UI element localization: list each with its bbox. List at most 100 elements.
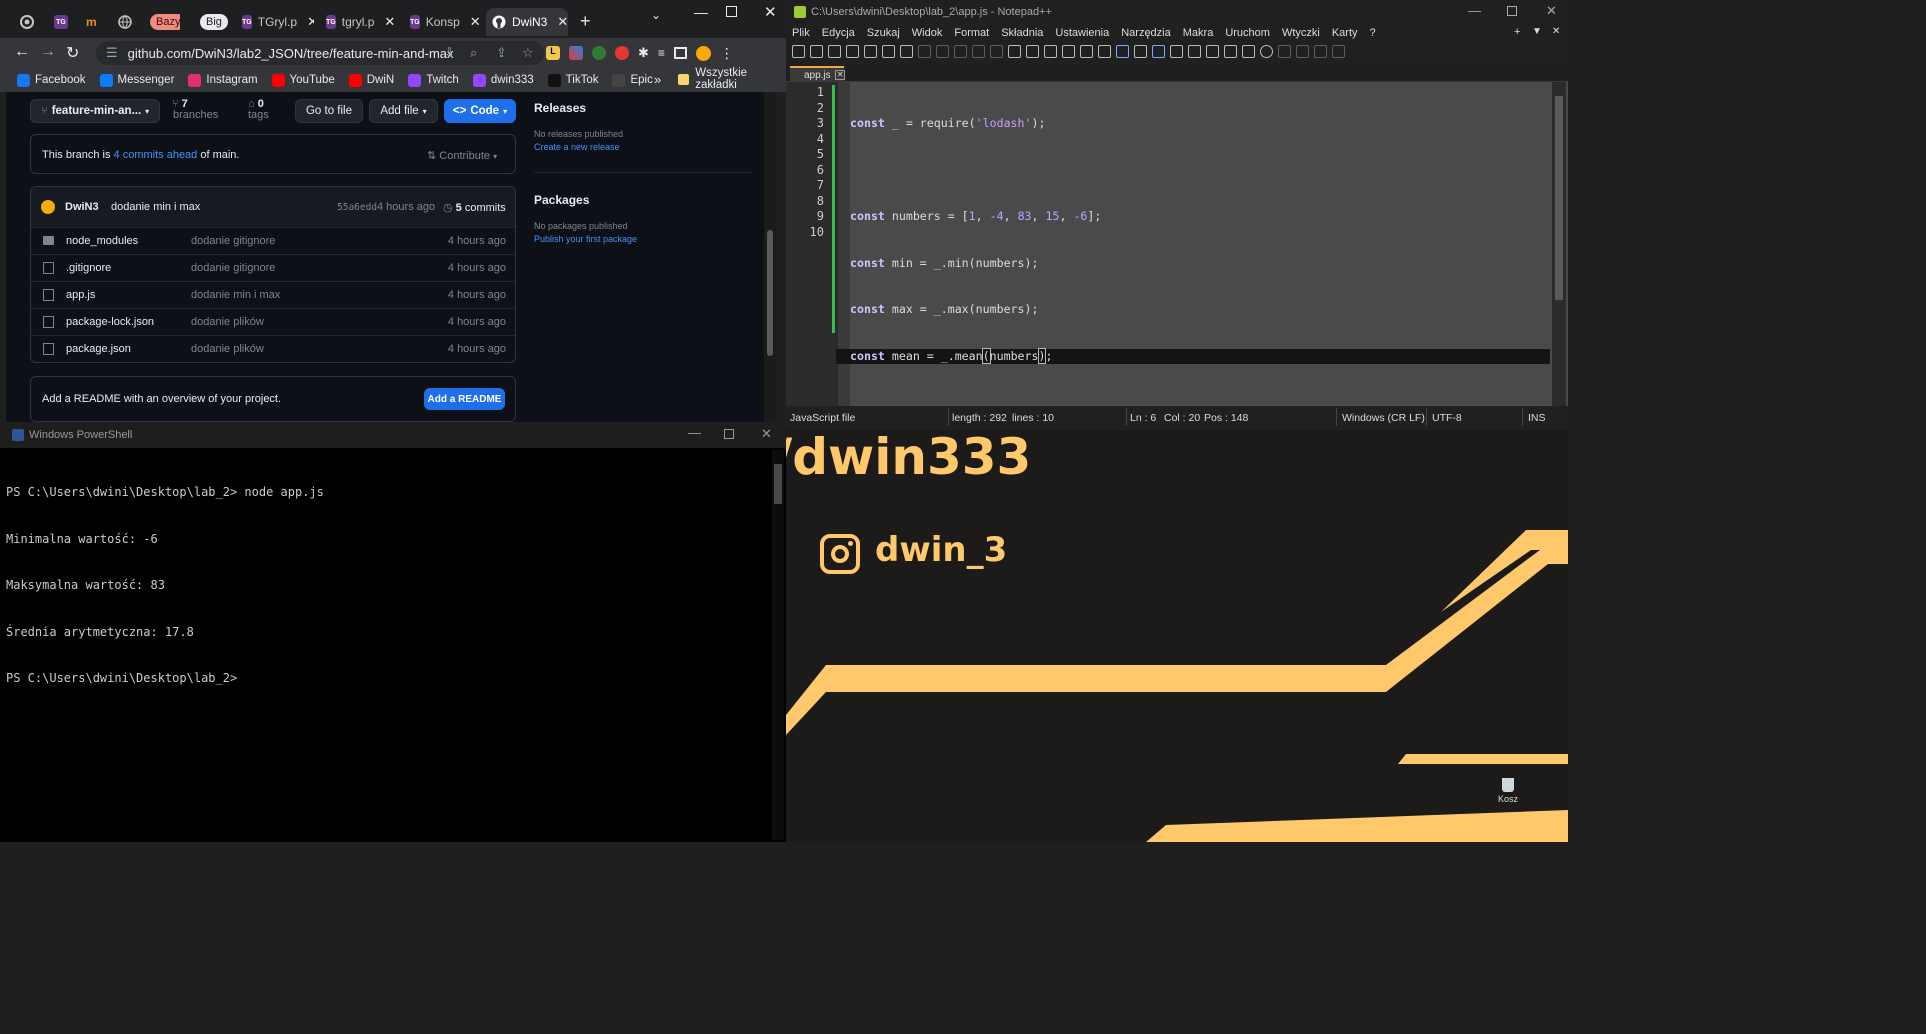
maximize-button[interactable] <box>724 429 734 439</box>
sync-v-icon[interactable] <box>1080 45 1093 58</box>
file-commit-message[interactable]: dodanie plików <box>191 316 264 328</box>
file-commit-message[interactable]: dodanie gitignore <box>191 235 275 247</box>
back-arrow-icon[interactable]: ← <box>14 43 30 61</box>
bookmark-star-icon[interactable]: ☆ <box>522 45 534 61</box>
tab-konsp[interactable]: TG Konsp ✕ <box>404 8 482 36</box>
menu-item[interactable]: Format <box>948 27 995 39</box>
tab-search-chevron-icon[interactable]: ⌄ <box>651 8 661 22</box>
go-to-file-button[interactable]: Go to file <box>295 99 363 123</box>
table-row[interactable]: app.js dodanie min i max 4 hours ago <box>31 281 515 308</box>
new-tab-plus-icon[interactable]: + <box>1514 26 1520 38</box>
menu-item[interactable]: Uruchom <box>1219 27 1276 39</box>
extension-color-icon[interactable] <box>569 46 583 60</box>
close-tab-icon[interactable]: ✕ <box>834 70 846 80</box>
file-name[interactable]: node_modules <box>66 235 138 247</box>
bookmark-item[interactable]: YouTube <box>265 69 342 91</box>
menu-item[interactable]: Wtyczki <box>1276 27 1326 39</box>
menu-item[interactable]: Edycja <box>816 27 861 39</box>
zoom-in-icon[interactable] <box>1044 45 1057 58</box>
func-list-icon[interactable] <box>1206 45 1219 58</box>
bookmark-item[interactable]: Epic <box>605 69 659 91</box>
recycle-bin[interactable]: Kosz <box>1486 778 1530 804</box>
branch-select-button[interactable]: ⑂ feature-min-an... ▾ <box>30 99 160 123</box>
site-info-icon[interactable]: ☰ <box>106 45 118 61</box>
sidepanel-icon[interactable] <box>673 47 687 59</box>
profile-avatar[interactable] <box>695 45 711 61</box>
file-name[interactable]: package.json <box>66 343 131 355</box>
menu-kebab-icon[interactable]: ⋮ <box>720 45 734 62</box>
bookmarks-more-icon[interactable]: » <box>654 72 661 87</box>
all-bookmarks-button[interactable]: Wszystkie zakładki <box>678 67 786 91</box>
tab-list-chevron-icon[interactable]: ▼ <box>1532 26 1542 37</box>
tab-m[interactable]: m <box>80 8 108 36</box>
bookmark-item[interactable]: TikTok <box>541 69 606 91</box>
play-icon[interactable] <box>1296 45 1309 58</box>
bookmark-item[interactable]: Messenger <box>93 69 182 91</box>
commits-ahead-link[interactable]: 4 commits ahead <box>114 149 198 161</box>
commit-author[interactable]: DwiN3 <box>65 201 99 213</box>
table-row[interactable]: package.json dodanie plików 4 hours ago <box>31 335 515 362</box>
close-window-button[interactable]: ✕ <box>764 3 777 21</box>
tab-globe[interactable] <box>112 8 140 36</box>
menu-item[interactable]: Szukaj <box>861 27 906 39</box>
puzzle-icon[interactable]: ✱ <box>638 45 649 61</box>
terminal-scrollbar[interactable] <box>772 450 784 840</box>
branches-link[interactable]: ⑂ 7 branches <box>172 99 218 121</box>
maximize-button[interactable] <box>1507 6 1517 16</box>
paste-icon[interactable] <box>954 45 967 58</box>
save-macro-icon[interactable] <box>1332 45 1345 58</box>
close-doc-icon[interactable]: ✕ <box>1552 26 1560 37</box>
menu-item[interactable]: ? <box>1364 27 1382 39</box>
monitor-icon[interactable] <box>1242 45 1255 58</box>
bookmark-item[interactable]: DwiN <box>342 69 401 91</box>
close-tab-icon[interactable]: ✕ <box>557 14 568 30</box>
undo-icon[interactable] <box>972 45 985 58</box>
commit-hash[interactable]: 55a6edd <box>337 202 377 213</box>
add-file-button[interactable]: Add file ▾ <box>369 99 438 123</box>
commit-message[interactable]: dodanie min i max <box>111 201 200 213</box>
menu-item[interactable]: Składnia <box>995 27 1049 39</box>
zoom-out-icon[interactable] <box>1062 45 1075 58</box>
minimize-button[interactable]: — <box>694 4 708 20</box>
tab-big[interactable]: Big <box>194 8 228 36</box>
tab-github-active[interactable]: DwiN3 ✕ <box>486 8 568 36</box>
install-icon[interactable]: ⇩ <box>444 45 455 61</box>
close-tab-icon[interactable]: ✕ <box>307 14 314 30</box>
save-all-icon[interactable] <box>846 45 859 58</box>
menu-item[interactable]: Ustawienia <box>1049 27 1115 39</box>
share-icon[interactable]: ⇪ <box>496 45 507 61</box>
indent-guide-icon[interactable] <box>1152 45 1165 58</box>
bookmark-item[interactable]: dwin333 <box>466 69 541 91</box>
save-icon[interactable] <box>828 45 841 58</box>
packages-title[interactable]: Packages <box>534 193 589 207</box>
new-file-icon[interactable] <box>792 45 805 58</box>
menu-item[interactable]: Widok <box>906 27 949 39</box>
file-commit-message[interactable]: dodanie gitignore <box>191 262 275 274</box>
doc-map-icon[interactable] <box>1188 45 1201 58</box>
tab-tgryl-2[interactable]: TG tgryl.p ✕ <box>320 8 398 36</box>
scrollbar-thumb[interactable] <box>774 464 782 504</box>
create-release-link[interactable]: Create a new release <box>534 142 620 152</box>
print-icon[interactable] <box>900 45 913 58</box>
minimize-button[interactable]: — <box>688 425 701 440</box>
close-window-button[interactable]: ✕ <box>761 426 772 442</box>
maximize-button[interactable] <box>726 6 737 17</box>
table-row[interactable]: package-lock.json dodanie plików 4 hours a… <box>31 308 515 335</box>
address-bar[interactable]: ☰ github.com/DwiN3/lab2_JSON/tree/featur… <box>96 41 544 65</box>
extension-green-icon[interactable] <box>592 46 606 60</box>
page-scrollbar[interactable] <box>764 92 776 422</box>
code-editor[interactable]: 1 2 3 4 5 6 7 8 9 10 const _ = require('lodash');… <box>786 82 1568 406</box>
udl-icon[interactable] <box>1170 45 1183 58</box>
record-icon[interactable] <box>1260 45 1273 58</box>
menu-item[interactable]: Makra <box>1177 27 1220 39</box>
word-wrap-icon[interactable] <box>1116 45 1129 58</box>
show-all-icon[interactable] <box>1134 45 1147 58</box>
bookmark-item[interactable]: Instagram <box>181 69 264 91</box>
close-all-icon[interactable] <box>882 45 895 58</box>
redo-icon[interactable] <box>990 45 1003 58</box>
editor-scrollbar[interactable] <box>1552 82 1566 406</box>
close-tab-icon[interactable]: ✕ <box>384 14 395 30</box>
code-text[interactable]: const _ = require('lodash'); const numbe… <box>836 85 1550 430</box>
file-name[interactable]: package-lock.json <box>66 316 154 328</box>
table-row[interactable]: .gitignore dodanie gitignore 4 hours ago <box>31 254 515 281</box>
